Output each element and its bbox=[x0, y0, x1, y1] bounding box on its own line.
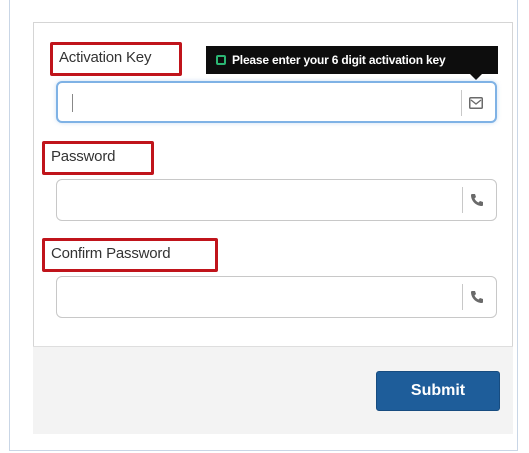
confirm-password-label: Confirm Password bbox=[42, 238, 218, 272]
envelope-icon bbox=[461, 90, 489, 116]
phone-icon bbox=[462, 284, 490, 310]
phone-icon bbox=[462, 187, 490, 213]
submit-button[interactable]: Submit bbox=[376, 371, 500, 411]
activation-key-field[interactable] bbox=[56, 81, 497, 123]
activation-key-input[interactable] bbox=[66, 83, 456, 121]
tooltip-text: Please enter your 6 digit activation key bbox=[232, 53, 446, 67]
tooltip-arrow bbox=[470, 74, 482, 80]
password-input[interactable] bbox=[65, 180, 455, 220]
info-icon bbox=[216, 55, 226, 65]
text-caret bbox=[72, 94, 73, 112]
confirm-password-field[interactable] bbox=[56, 276, 497, 318]
confirm-password-input[interactable] bbox=[65, 277, 455, 317]
activation-key-tooltip: Please enter your 6 digit activation key bbox=[206, 46, 498, 80]
password-label: Password bbox=[42, 141, 154, 175]
password-field[interactable] bbox=[56, 179, 497, 221]
activation-key-label: Activation Key bbox=[50, 42, 182, 76]
